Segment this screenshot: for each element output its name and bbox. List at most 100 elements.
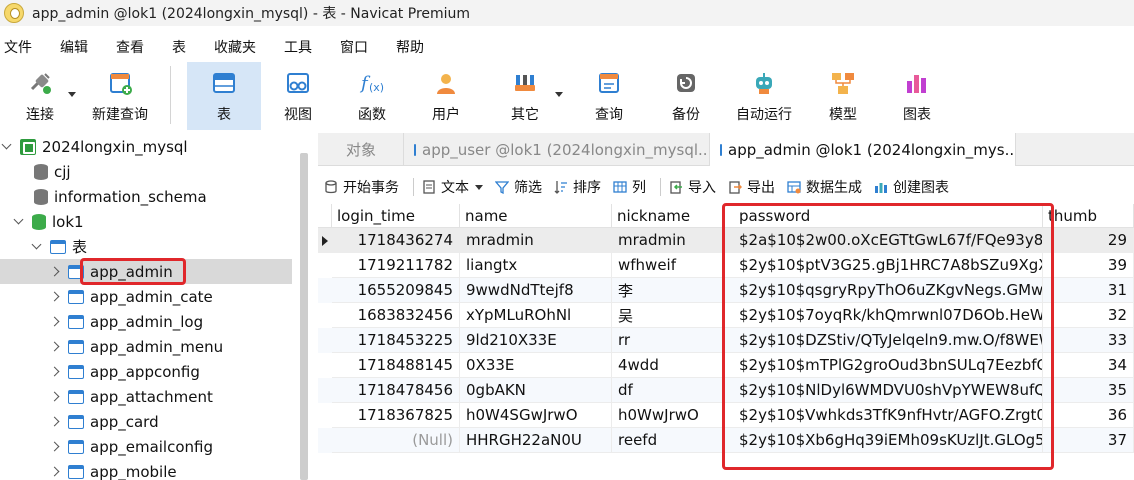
table-row[interactable]: 1683832456 xYpMLuROhNl 吴 $2y$10$7oyqRk/k… [318, 303, 1134, 328]
data-grid[interactable]: login_time name nickname password thumb … [318, 204, 1134, 480]
menu-help[interactable]: 帮助 [392, 37, 424, 57]
tree-table-app-mobile[interactable]: app_mobile [0, 459, 300, 480]
tree-table-app-attachment[interactable]: app_attachment [0, 384, 300, 409]
cell-login-time[interactable]: 1683832456 [332, 303, 460, 328]
chevron-right-icon[interactable] [50, 417, 60, 427]
menu-favorites[interactable]: 收藏夹 [210, 37, 256, 57]
chevron-right-icon[interactable] [50, 467, 60, 477]
cell-login-time[interactable]: 1718453225 [332, 328, 460, 353]
cell-name[interactable]: 0gbAKN [460, 378, 612, 403]
chevron-right-icon[interactable] [50, 392, 60, 402]
chevron-down-icon[interactable] [475, 184, 483, 190]
cell-password[interactable]: $2y$10$Xb6gHq39iEMh09sKUzlJt.GLOg5l [725, 428, 1043, 453]
table-row[interactable]: 1719211782 liangtx wfhweif $2y$10$ptV3G2… [318, 253, 1134, 278]
menu-table[interactable]: 表 [168, 37, 186, 57]
automation-button[interactable]: 自动运行 [721, 62, 807, 130]
cell-thumb[interactable]: 31 [1043, 278, 1134, 303]
backup-button[interactable]: 备份 [651, 62, 721, 130]
column-header-password[interactable]: password [725, 204, 1043, 228]
cell-password[interactable]: $2y$10$DZStiv/QTyJelqeln9.mw.O/f8WEW [725, 328, 1043, 353]
cell-name[interactable]: 0X33E [460, 353, 612, 378]
cell-login-time[interactable]: 1719211782 [332, 253, 460, 278]
cell-password[interactable]: $2y$10$ptV3G25.gBj1HRC7A8bSZu9XgXr [725, 253, 1043, 278]
cell-nickname[interactable]: 4wdd [612, 353, 725, 378]
menu-view[interactable]: 查看 [112, 37, 144, 57]
cell-password[interactable]: $2y$10$NlDyl6WMDVU0shVpYWEW8ufQ [725, 378, 1043, 403]
chevron-right-icon[interactable] [50, 292, 60, 302]
cell-login-time[interactable]: 1718478456 [332, 378, 460, 403]
connect-button[interactable]: 连接 [0, 62, 80, 130]
tree-table-app-admin-cate[interactable]: app_admin_cate [0, 284, 300, 309]
cell-name[interactable]: 9ld210X33E [460, 328, 612, 353]
cell-login-time[interactable]: 1655209845 [332, 278, 460, 303]
tab-app-user[interactable]: app_user @lok1 (2024longxin_mysql... [404, 133, 710, 166]
tree-table-app-admin-menu[interactable]: app_admin_menu [0, 334, 300, 359]
chevron-down-icon[interactable] [2, 142, 12, 152]
tree-db-cjj[interactable]: cjj [0, 159, 300, 184]
cell-name[interactable]: HHRGH22aN0U [460, 428, 612, 453]
cell-thumb[interactable]: 34 [1043, 353, 1134, 378]
view-button[interactable]: 视图 [261, 62, 335, 130]
chevron-down-icon[interactable] [14, 217, 24, 227]
tree-table-app-appconfig[interactable]: app_appconfig [0, 359, 300, 384]
function-button[interactable]: f (x) 函数 [335, 62, 409, 130]
column-header-thumb[interactable]: thumb [1043, 204, 1134, 228]
chevron-down-icon[interactable] [68, 92, 76, 97]
cell-password[interactable]: $2a$10$2w00.oXcEGTtGwL67f/FQe93y8W [725, 228, 1043, 253]
column-header-name[interactable]: name [460, 204, 612, 228]
tree-db-information-schema[interactable]: information_schema [0, 184, 300, 209]
import-button[interactable]: 导入 [669, 177, 716, 197]
chevron-down-icon[interactable] [555, 92, 563, 97]
column-header-nickname[interactable]: nickname [612, 204, 725, 228]
filter-button[interactable]: 筛选 [494, 177, 542, 197]
cell-name[interactable]: 9wwdNdTtejf8 [460, 278, 612, 303]
menu-edit[interactable]: 编辑 [56, 37, 88, 57]
cell-password[interactable]: $2y$10$mTPlG2groOud3bnSULq7EezbfGi [725, 353, 1043, 378]
cell-thumb[interactable]: 37 [1043, 428, 1134, 453]
cell-password[interactable]: $2y$10$7oyqRk/khQmrwnl07D6Ob.HeWi [725, 303, 1043, 328]
cell-login-time[interactable]: 1718488145 [332, 353, 460, 378]
cell-nickname[interactable]: h0WwJrwO [612, 403, 725, 428]
tree-table-app-admin-log[interactable]: app_admin_log [0, 309, 300, 334]
chevron-right-icon[interactable] [50, 442, 60, 452]
chevron-right-icon[interactable] [50, 267, 60, 277]
table-row[interactable]: 1718436274 mradmin mradmin $2a$10$2w00.o… [318, 228, 1134, 253]
chevron-right-icon[interactable] [50, 342, 60, 352]
tab-objects[interactable]: 对象 [318, 133, 404, 166]
cell-name[interactable]: xYpMLuROhNl [460, 303, 612, 328]
other-button[interactable]: 其它 [483, 62, 567, 130]
cell-name[interactable]: liangtx [460, 253, 612, 278]
tree-table-app-admin[interactable]: app_admin [0, 259, 292, 284]
cell-thumb[interactable]: 29 [1043, 228, 1134, 253]
cell-thumb[interactable]: 39 [1043, 253, 1134, 278]
cell-password[interactable]: $2y$10$qsgryRpyThO6uZKgvNegs.GMw5 [725, 278, 1043, 303]
table-row[interactable]: 1718367825 h0W4SGwJrwO h0WwJrwO $2y$10$V… [318, 403, 1134, 428]
table-row[interactable]: 1718488145 0X33E 4wdd $2y$10$mTPlG2groOu… [318, 353, 1134, 378]
cell-login-time[interactable]: 1718436274 [332, 228, 460, 253]
chart-button[interactable]: 图表 [879, 62, 955, 130]
chevron-right-icon[interactable] [50, 367, 60, 377]
menu-tools[interactable]: 工具 [280, 37, 312, 57]
cell-nickname[interactable]: wfhweif [612, 253, 725, 278]
tree-table-app-emailconfig[interactable]: app_emailconfig [0, 434, 300, 459]
table-row[interactable]: (Null) HHRGH22aN0U reefd $2y$10$Xb6gHq39… [318, 428, 1134, 453]
table-row[interactable]: 1718453225 9ld210X33E rr $2y$10$DZStiv/Q… [318, 328, 1134, 353]
cell-thumb[interactable]: 35 [1043, 378, 1134, 403]
menu-window[interactable]: 窗口 [336, 37, 368, 57]
cell-nickname[interactable]: mradmin [612, 228, 725, 253]
cell-login-time[interactable]: 1718367825 [332, 403, 460, 428]
table-row[interactable]: 1655209845 9wwdNdTtejf8 李 $2y$10$qsgryRp… [318, 278, 1134, 303]
cell-thumb[interactable]: 32 [1043, 303, 1134, 328]
export-button[interactable]: 导出 [728, 177, 775, 197]
create-chart-button[interactable]: 创建图表 [874, 177, 949, 197]
cell-name[interactable]: mradmin [460, 228, 612, 253]
cell-nickname[interactable]: 吴 [612, 303, 725, 328]
cell-nickname[interactable]: 李 [612, 278, 725, 303]
columns-button[interactable]: 列 [613, 177, 646, 197]
sort-button[interactable]: 排序 [554, 177, 601, 197]
tree-tables-group[interactable]: 表 [0, 234, 300, 259]
data-generation-button[interactable]: 数据生成 [787, 177, 862, 197]
sidebar-scrollbar[interactable] [300, 153, 308, 480]
cell-nickname[interactable]: rr [612, 328, 725, 353]
cell-login-time[interactable]: (Null) [332, 428, 460, 453]
